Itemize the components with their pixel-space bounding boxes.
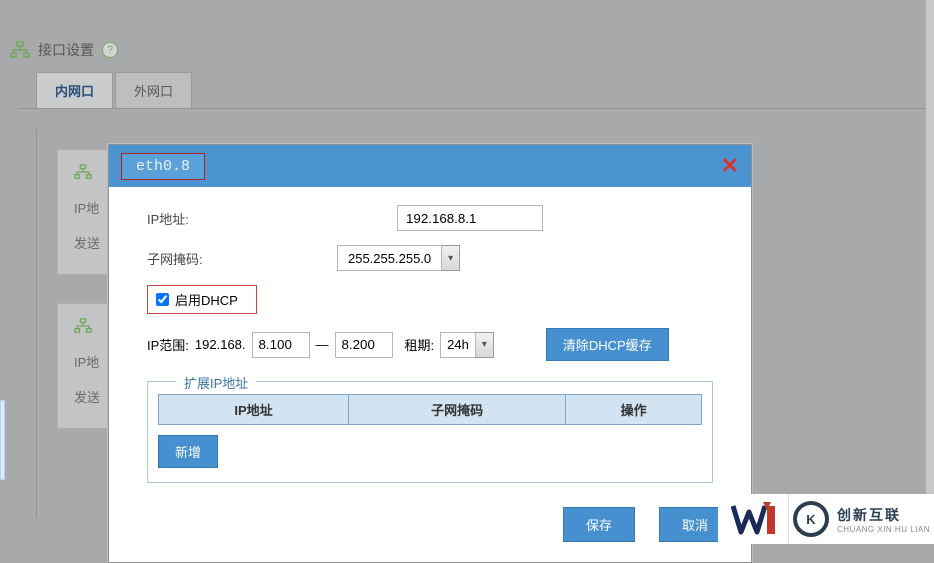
network-icon [74,318,92,334]
col-mask: 子网掩码 [349,395,566,425]
page-header: 接口设置 ? [0,0,934,72]
modal-titlebar[interactable]: eth0.8 ✕ [109,145,751,187]
col-op: 操作 [566,395,702,425]
save-button[interactable]: 保存 [563,507,635,542]
logo-ring-icon: K [793,501,829,537]
add-button[interactable]: 新增 [158,435,218,468]
ip-label: IP地址: [147,209,207,228]
dhcp-checkbox[interactable] [156,293,169,306]
range-sep: — [316,337,329,352]
clear-dhcp-button[interactable]: 清除DHCP缓存 [546,328,669,361]
col-ip: IP地址 [159,395,349,425]
range-prefix: 192.168. [195,337,246,352]
extended-ip-fieldset: 扩展IP地址 IP地址 子网掩码 操作 新增 [147,381,713,483]
interface-edit-modal: eth0.8 ✕ IP地址: 子网掩码: 255.255.255.0 ▾ 启用D… [108,144,752,563]
help-icon[interactable]: ? [102,42,118,58]
logo-name: 创新互联 [837,505,930,525]
logo-chuangxin: K 创新互联 CHUANG XIN HU LIAN [788,494,934,544]
extended-ip-table: IP地址 子网掩码 操作 [158,394,702,425]
tabs-row: 内网口 外网口 [18,72,934,109]
dhcp-label: 启用DHCP [175,290,238,309]
modal-footer: 保存 取消 [109,493,751,562]
range-label: IP范围: [147,335,189,354]
dhcp-toggle-box: 启用DHCP [147,285,257,314]
ip-input[interactable] [397,205,543,231]
mask-select[interactable]: 255.255.255.0 ▾ [337,245,460,271]
extended-ip-legend: 扩展IP地址 [176,373,256,392]
chevron-down-icon[interactable]: ▾ [476,332,494,358]
vertical-scrollbar[interactable] [926,0,934,544]
tabs: 内网口 外网口 [36,72,934,108]
logo-w [718,494,788,544]
chevron-down-icon[interactable]: ▾ [442,245,460,271]
tab-outer[interactable]: 外网口 [115,72,192,108]
lease-select[interactable]: 24h ▾ [440,332,494,358]
modal-title: eth0.8 [121,153,205,180]
logo-sub: CHUANG XIN HU LIAN [837,525,930,534]
network-icon [74,164,92,180]
side-accent [0,400,5,480]
lease-label: 租期: [405,335,435,354]
close-icon[interactable]: ✕ [721,153,739,179]
mask-label: 子网掩码: [147,249,219,268]
lease-value: 24h [440,332,476,358]
tab-inner[interactable]: 内网口 [36,72,113,108]
footer-logos: K 创新互联 CHUANG XIN HU LIAN [718,494,934,544]
modal-body: IP地址: 子网掩码: 255.255.255.0 ▾ 启用DHCP IP范围:… [109,187,751,493]
network-icon [10,41,30,59]
page-title: 接口设置 [38,40,94,60]
range-start-input[interactable] [252,332,310,358]
range-end-input[interactable] [335,332,393,358]
mask-value: 255.255.255.0 [337,245,442,271]
